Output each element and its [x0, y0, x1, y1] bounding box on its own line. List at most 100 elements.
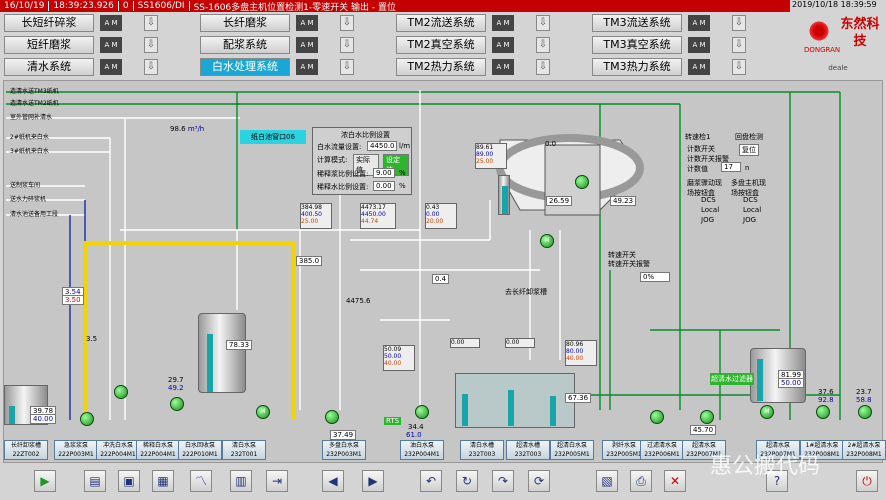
pump-motor-icon[interactable] [650, 410, 664, 424]
level-readout: 385.0 [296, 256, 323, 266]
grid-icon[interactable]: ▦ [152, 470, 174, 492]
level-readout: 49.23 [610, 196, 637, 206]
panel-heading: 转速检1 [685, 133, 711, 141]
flow-value: 49.2 [168, 384, 184, 392]
pipe-label: 送制浆车间 [10, 182, 41, 189]
play-icon[interactable]: ▶ [34, 470, 56, 492]
tank-white-water[interactable] [198, 313, 246, 393]
rts-badge: RTS [384, 417, 402, 425]
flow-readout: 4475.6 [346, 297, 371, 305]
count-value: 17 [721, 162, 741, 172]
pump-motor-icon[interactable]: M [256, 405, 270, 419]
panel-title: 浓白水比例设置 [341, 131, 390, 139]
pipe-label: 送水力碎浆机 [10, 196, 47, 203]
tank-clear-water[interactable] [455, 373, 575, 428]
filter-label[interactable]: 超清水过滤器 [710, 373, 754, 385]
tank-setpoint: 50.00 [778, 378, 805, 388]
pid-faceplate[interactable]: 0.43 0.00 20.00 [425, 203, 457, 229]
folder-icon[interactable]: ▣ [118, 470, 140, 492]
pump-motor-icon[interactable]: M [540, 234, 554, 248]
equipment-button[interactable]: 超清水槽 232T003 [506, 440, 550, 460]
equipment-button[interactable]: 白水回收泵 222P010M1 [178, 440, 222, 460]
report-icon[interactable]: ▥ [230, 470, 252, 492]
equipment-button[interactable]: 2#超清水泵 232P008M1 [842, 440, 886, 460]
flow-value: 29.7 [168, 376, 184, 384]
flow-label: 去长纤卸浆槽 [505, 288, 547, 296]
valve-readout[interactable]: 0.00 [450, 338, 480, 348]
close-icon[interactable]: ✕ [664, 470, 686, 492]
level-setpoint: 40.00 [30, 414, 57, 424]
equipment-button[interactable]: 冲洗白水泵 222P004M1 [96, 440, 140, 460]
exit-icon[interactable]: ⏻ [856, 470, 878, 492]
pump-motor-icon[interactable] [415, 405, 429, 419]
unit-label: l/m [399, 142, 411, 150]
pump-motor-icon[interactable] [575, 175, 589, 189]
pump-motor-icon[interactable]: M [760, 405, 774, 419]
save-icon[interactable]: ▧ [596, 470, 618, 492]
trend-icon[interactable]: 〽 [190, 470, 212, 492]
calc-mode-label: 计算模式: [317, 156, 348, 164]
counter-control-panel: 转速检1 回盘检测 计数开关 复位 计数开关报警 计数值 17 n 磨浆骤动现场… [683, 130, 771, 250]
pump-motor-icon[interactable] [80, 412, 94, 426]
equipment-button[interactable]: 过滤清水泵 232P006M1 [640, 440, 684, 460]
arrow-right-icon[interactable]: ▶ [362, 470, 384, 492]
equipment-button[interactable]: 超清白水泵 232P005M1 [550, 440, 594, 460]
mode-dcs-label[interactable]: DCS [743, 196, 758, 204]
equipment-button[interactable]: 稀释白水泵 222P004M1 [136, 440, 180, 460]
count-unit: n [745, 164, 750, 172]
pump-motor-icon[interactable] [858, 405, 872, 419]
mode-local-label[interactable]: Local [701, 206, 719, 214]
reset-button[interactable]: 复位 [739, 144, 759, 156]
pid-faceplate[interactable]: 80.96 80.00 40.00 [565, 340, 597, 366]
count-label: 计数值 [687, 165, 708, 173]
pump-motor-icon[interactable] [325, 410, 339, 424]
export-icon[interactable]: ⇥ [266, 470, 288, 492]
pump-motor-icon[interactable] [816, 405, 830, 419]
equipment-button[interactable]: 长纤卸浆槽 22ZT002 [4, 440, 48, 460]
print-icon[interactable]: ⎙ [630, 470, 652, 492]
pump-readout: 37.49 [330, 430, 357, 440]
flow-value: 58.8 [856, 396, 872, 404]
pump-motor-icon[interactable] [114, 385, 128, 399]
pid-faceplate[interactable]: 50.09 50.00 40.00 [383, 345, 415, 371]
pipe-label: 造清水送TM3纸机 [10, 88, 59, 95]
mode-jog-label[interactable]: JOG [743, 216, 756, 224]
pump-motor-icon[interactable] [700, 410, 714, 424]
flow-value: 34.4 [408, 423, 424, 431]
level-readout: 26.59 [546, 196, 573, 206]
mode-jog-label[interactable]: JOG [701, 216, 714, 224]
level-readout: 3.50 [62, 295, 84, 305]
speed-readout: 0.0 [545, 140, 557, 148]
equipment-button[interactable]: 清白水泵 232T001 [222, 440, 266, 460]
pid-faceplate[interactable]: 4473.17 4450.00 44.74 [360, 203, 396, 229]
tank-level: 67.36 [565, 393, 592, 403]
equipment-button[interactable]: 油白水泵 232P004M1 [400, 440, 444, 460]
pid-faceplate[interactable]: 89.61 89.00 25.00 [475, 143, 507, 169]
sync-icon[interactable]: ⟳ [528, 470, 550, 492]
document-icon[interactable]: ▤ [84, 470, 106, 492]
button-box-label: 多盘主机现场按钮盒 [731, 179, 766, 197]
ratio-input[interactable]: 9.00 [373, 168, 395, 178]
water-ratio-input[interactable]: 0.00 [373, 181, 395, 191]
redo-icon[interactable]: ↷ [492, 470, 514, 492]
window-label[interactable]: 纸白池窗口06 [240, 130, 306, 144]
mode-local-label[interactable]: Local [743, 206, 761, 214]
pump-motor-icon[interactable] [170, 397, 184, 411]
undo-icon[interactable]: ↶ [420, 470, 442, 492]
arrow-left-icon[interactable]: ◀ [322, 470, 344, 492]
valve-readout[interactable]: 0.00 [505, 338, 535, 348]
watermark-text: 惠公搬代码 [710, 454, 821, 479]
pipe-network [6, 90, 841, 420]
mode-dcs-label[interactable]: DCS [701, 196, 716, 204]
flow-value: 61.0 [406, 431, 422, 439]
tank-small-gauge[interactable] [498, 175, 510, 215]
pid-faceplate[interactable]: 384.98 400.50 25.00 [300, 203, 332, 229]
equipment-button[interactable]: 清白水槽 232T003 [460, 440, 504, 460]
unit-label: % [399, 182, 406, 190]
unit-label: % [399, 169, 406, 177]
valve-readout: 0.4 [432, 274, 450, 284]
refresh-icon[interactable]: ↻ [456, 470, 478, 492]
equipment-button[interactable]: 多盘白水泵 232P003M1 [322, 440, 366, 460]
flow-setpoint-input[interactable]: 4450.0 [367, 141, 397, 151]
equipment-button[interactable]: 急浆浆泵 222P003M1 [54, 440, 98, 460]
